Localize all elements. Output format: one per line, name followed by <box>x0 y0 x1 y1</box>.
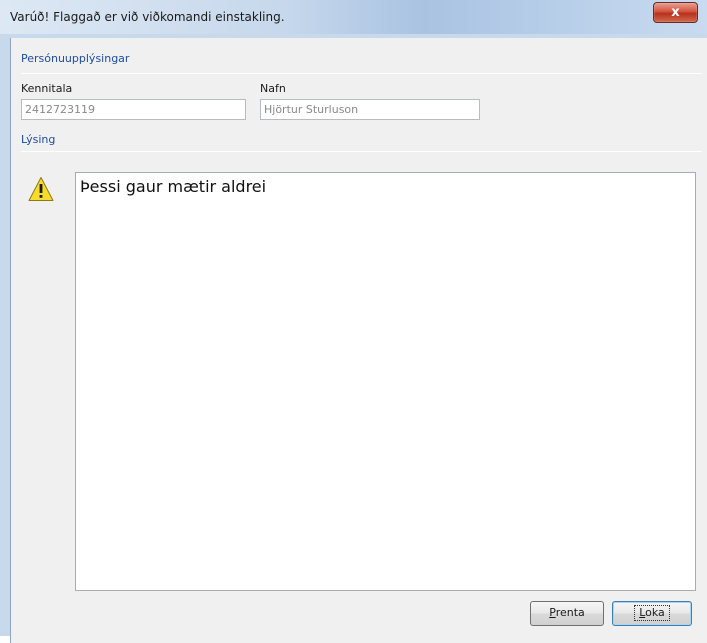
close-button-label: Loka <box>634 605 670 621</box>
title-bar[interactable]: Varúð! Flaggað er við viðkomandi einstak… <box>0 0 707 34</box>
dialog-window: Varúð! Flaggað er við viðkomandi einstak… <box>0 0 707 643</box>
kennitala-value: 2412723119 <box>25 103 95 116</box>
description-text: Þessi gaur mætir aldrei <box>80 177 267 196</box>
section-divider <box>21 73 702 74</box>
close-icon: x <box>671 5 680 20</box>
nafn-value: Hjörtur Sturluson <box>264 103 359 116</box>
close-button[interactable]: Loka <box>612 601 692 626</box>
section-divider <box>21 151 702 152</box>
kennitala-label: Kennitala <box>21 82 73 95</box>
section-description: Lýsing <box>21 133 56 146</box>
close-window-button[interactable]: x <box>653 2 698 23</box>
window-title: Varúð! Flaggað er við viðkomandi einstak… <box>10 10 285 24</box>
description-textarea[interactable]: Þessi gaur mætir aldrei <box>75 172 696 591</box>
print-button[interactable]: Prenta <box>530 601 604 626</box>
nafn-field[interactable]: Hjörtur Sturluson <box>260 99 480 120</box>
kennitala-field[interactable]: 2412723119 <box>21 99 246 120</box>
nafn-label: Nafn <box>260 82 286 95</box>
print-button-label: Prenta <box>549 606 585 619</box>
section-personal-info: Persónuupplýsingar <box>21 52 130 65</box>
warning-icon <box>28 177 54 201</box>
